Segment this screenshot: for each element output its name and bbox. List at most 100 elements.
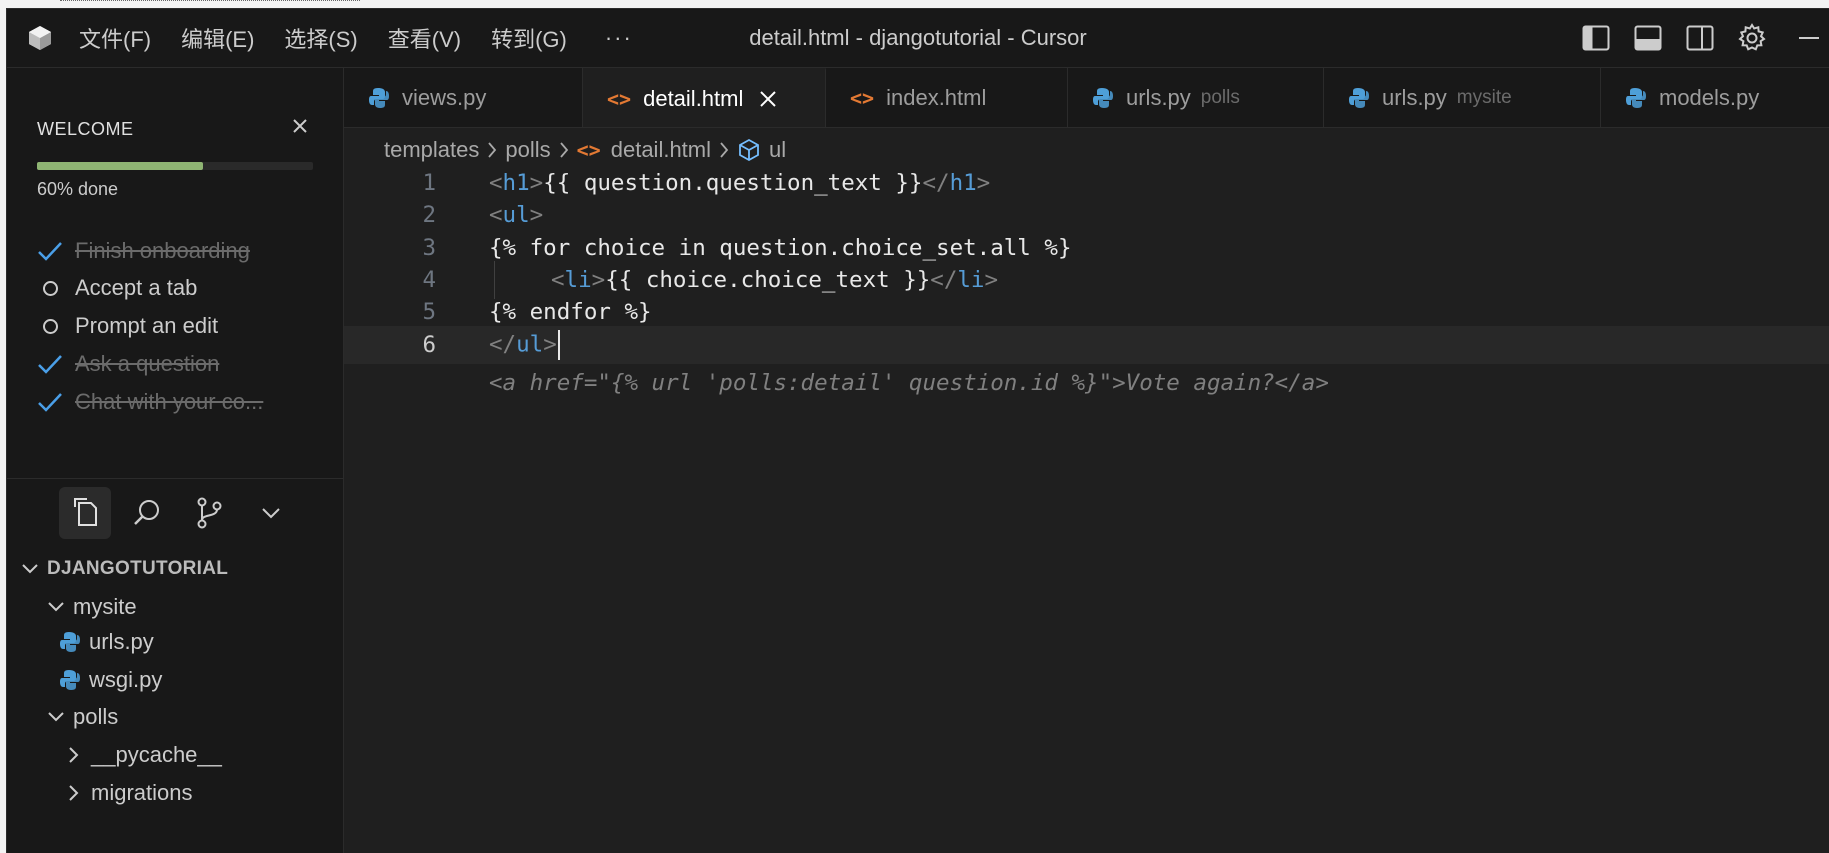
chevron-right-icon — [487, 141, 497, 159]
breadcrumb-templates[interactable]: templates — [384, 137, 479, 163]
source-control-view-button[interactable] — [183, 487, 235, 539]
minimize-icon — [1799, 37, 1819, 39]
python-file-icon — [1625, 87, 1647, 109]
circle-icon — [37, 275, 63, 301]
tab-label: detail.html — [643, 85, 744, 111]
explorer-view-button[interactable] — [59, 487, 111, 539]
line-number: 4 — [422, 267, 436, 293]
source-control-icon — [197, 497, 222, 529]
line-number: 1 — [422, 170, 436, 196]
tree-item-label: migrations — [91, 780, 193, 805]
toggle-primary-sidebar-button[interactable] — [1581, 23, 1611, 53]
chevron-right-icon — [559, 141, 569, 159]
breadcrumb-detail-html[interactable]: detail.html — [611, 137, 711, 163]
menu-view[interactable]: 查看(V) — [388, 22, 461, 54]
tree-file-urls-py[interactable]: urls.py — [7, 623, 343, 661]
window-title: detail.html - djangotutorial - Cursor — [749, 25, 1087, 50]
menu-edit[interactable]: 编辑(E) — [181, 22, 254, 54]
tree-item-label: polls — [73, 704, 119, 729]
code-text: </ul> — [489, 330, 560, 360]
chevron-down-icon — [19, 558, 41, 580]
menu-more-button[interactable]: ··· — [605, 25, 633, 51]
task-ask-a-question[interactable]: Ask a question — [37, 349, 219, 379]
tab-urls-py-polls[interactable]: urls.py polls — [1068, 68, 1324, 127]
breadcrumb-polls[interactable]: polls — [505, 137, 550, 163]
toggle-panel-button[interactable] — [1633, 23, 1663, 53]
settings-button[interactable] — [1737, 23, 1767, 53]
code-text: {% for choice in question.choice_set.all… — [489, 235, 1072, 261]
task-chat-with-codebase[interactable]: Chat with your co... — [37, 387, 263, 417]
python-file-icon — [368, 87, 390, 109]
tree-folder-polls[interactable]: polls — [7, 698, 343, 736]
tree-folder-migrations[interactable]: migrations — [7, 774, 343, 812]
task-finish-onboarding[interactable]: Finish onboarding — [37, 236, 250, 266]
code-text: {% endfor %} — [489, 299, 652, 325]
python-file-icon — [60, 632, 80, 652]
welcome-close-button[interactable] — [291, 115, 309, 141]
onboarding-progress-bar — [37, 162, 313, 170]
tab-label: views.py — [402, 84, 487, 110]
editor-window: 文件(F) 编辑(E) 选择(S) 查看(V) 转到(G) ··· detail… — [7, 9, 1829, 853]
tree-file-wsgi-py[interactable]: wsgi.py — [7, 661, 343, 699]
tab-close-button[interactable] — [759, 90, 777, 108]
panel-layout-icon — [1634, 25, 1662, 51]
html-file-icon: <> — [850, 85, 875, 110]
welcome-panel: WELCOME 60% done Finish onboarding Accep… — [7, 68, 343, 479]
chevron-down-icon — [45, 706, 67, 728]
chevron-down-icon — [262, 508, 280, 519]
line-number: 2 — [422, 202, 436, 228]
chevron-right-icon — [63, 744, 85, 766]
tree-item-label: wsgi.py — [89, 667, 163, 692]
close-icon — [293, 119, 307, 133]
code-text: <h1>{{ question.question_text }}</h1> — [489, 170, 991, 196]
tab-detail-html[interactable]: <> detail.html — [583, 68, 826, 127]
tree-folder-mysite[interactable]: mysite — [7, 588, 343, 626]
sidebar-layout-icon — [1582, 25, 1610, 51]
explorer-section-header[interactable]: DJANGOTUTORIAL — [7, 550, 343, 588]
html-file-icon: <> — [576, 138, 601, 162]
cursor-logo-icon[interactable] — [27, 25, 53, 51]
task-accept-a-tab[interactable]: Accept a tab — [37, 273, 197, 303]
circle-icon — [37, 313, 63, 339]
line-number: 3 — [422, 235, 436, 261]
check-icon — [37, 389, 63, 415]
task-label: Accept a tab — [75, 275, 198, 300]
tab-views-py[interactable]: views.py — [344, 68, 583, 127]
tab-urls-py-mysite[interactable]: urls.py mysite — [1324, 68, 1601, 127]
tree-folder-pycache[interactable]: __pycache__ — [7, 736, 343, 774]
tab-label: index.html — [886, 84, 987, 110]
line-number: 5 — [422, 299, 436, 325]
toggle-secondary-sidebar-button[interactable] — [1685, 23, 1715, 53]
search-view-button[interactable] — [121, 487, 173, 539]
tab-label: models.py — [1659, 84, 1760, 110]
secondary-sidebar-layout-icon — [1686, 25, 1714, 51]
menu-file[interactable]: 文件(F) — [79, 22, 151, 54]
code-text: <ul> — [489, 202, 544, 228]
tree-item-label: mysite — [73, 594, 137, 619]
tab-index-html[interactable]: <> index.html — [826, 68, 1068, 127]
tab-label: urls.py — [1126, 84, 1191, 110]
title-actions — [1581, 9, 1829, 67]
minimize-button[interactable] — [1789, 23, 1829, 53]
menu-selection[interactable]: 选择(S) — [284, 22, 357, 54]
ghost-suggestion[interactable]: <a href="{% url 'polls:detail' question.… — [489, 370, 1329, 396]
progress-label: 60% done — [37, 179, 119, 199]
gear-icon — [1738, 23, 1766, 51]
check-icon — [37, 351, 63, 377]
breadcrumb-ul[interactable]: ul — [769, 137, 786, 163]
activity-bar — [7, 478, 343, 548]
search-icon — [134, 500, 159, 525]
tab-models-py[interactable]: models.py — [1601, 68, 1829, 127]
tab-path-hint: mysite — [1456, 86, 1512, 108]
menu-go[interactable]: 转到(G) — [491, 22, 567, 54]
more-views-button[interactable] — [245, 487, 297, 539]
python-file-icon — [60, 670, 80, 690]
chevron-right-icon — [719, 141, 729, 159]
chevron-down-icon — [45, 596, 67, 618]
text-cursor — [557, 330, 560, 360]
task-prompt-an-edit[interactable]: Prompt an edit — [37, 311, 218, 341]
title-bar: 文件(F) 编辑(E) 选择(S) 查看(V) 转到(G) ··· detail… — [7, 9, 1829, 68]
tree-item-label: urls.py — [89, 629, 154, 654]
code-editor[interactable]: 1 <h1>{{ question.question_text }}</h1> … — [344, 170, 1829, 853]
explorer-section-title: DJANGOTUTORIAL — [47, 558, 229, 579]
